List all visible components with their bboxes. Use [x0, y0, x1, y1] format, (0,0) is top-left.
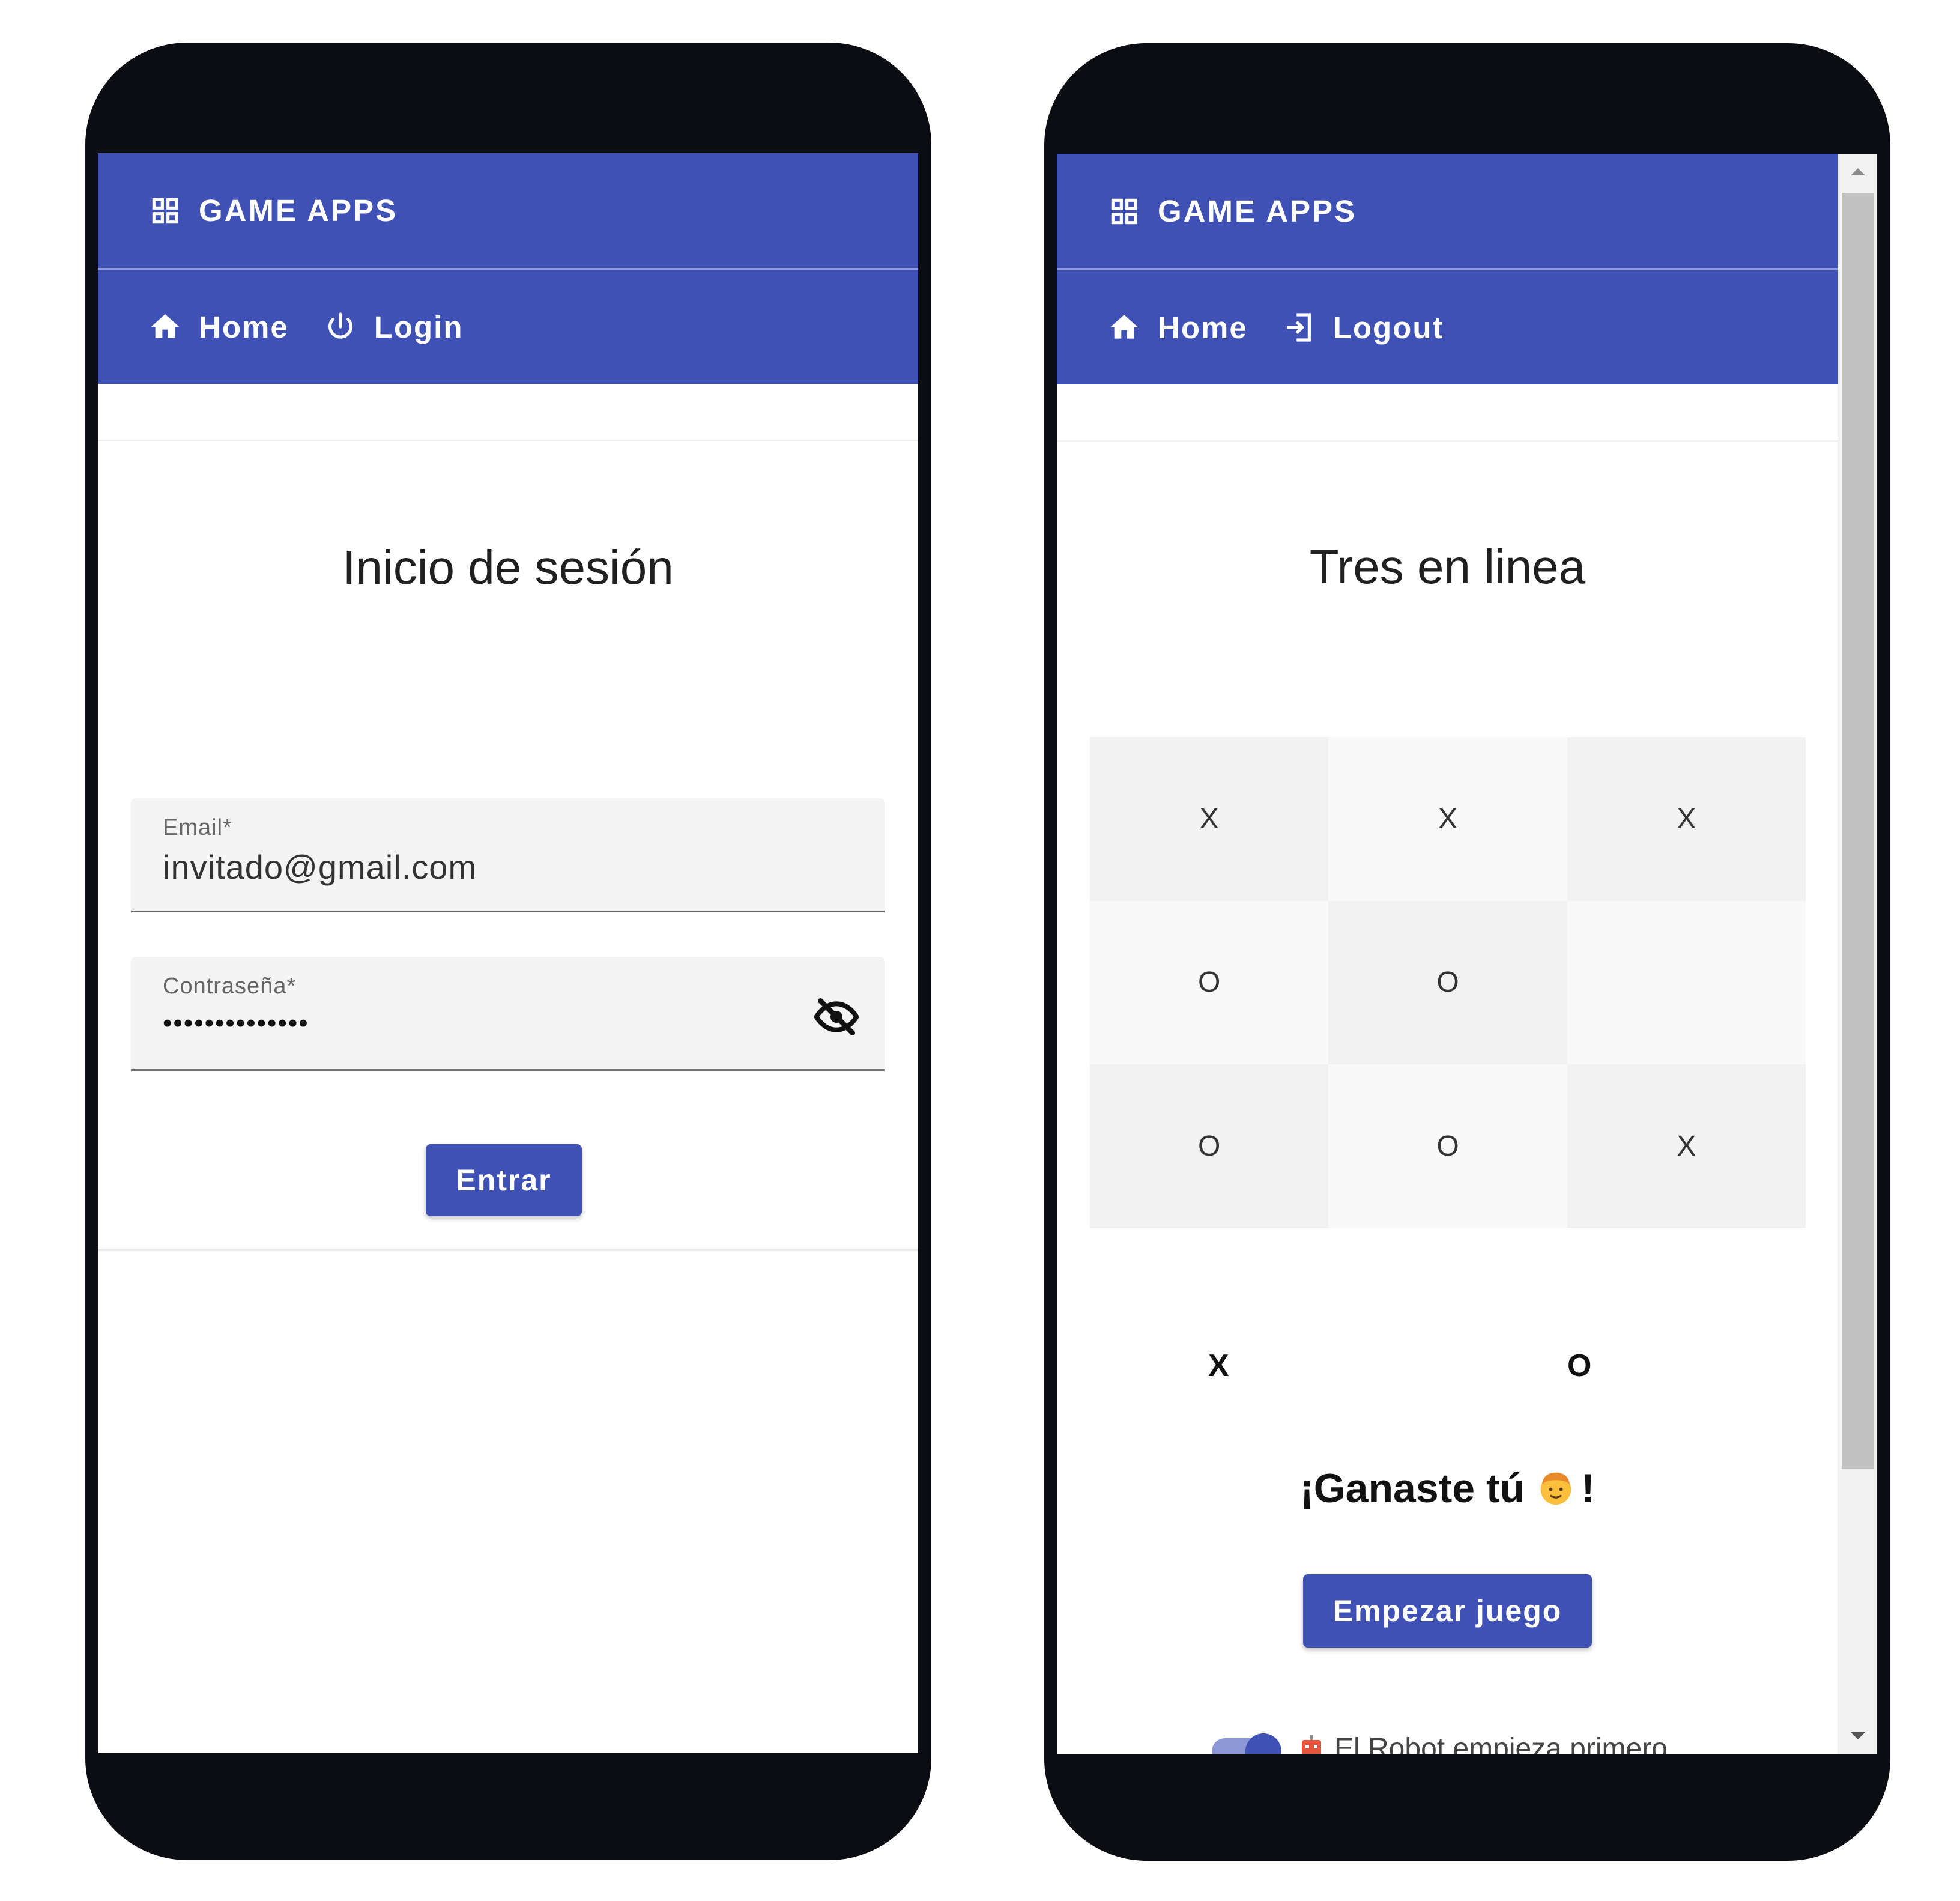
card-top-edge	[98, 440, 918, 441]
scroll-thumb[interactable]	[1842, 193, 1874, 1469]
power-icon	[324, 310, 357, 344]
login-submit-button[interactable]: Entrar	[426, 1144, 582, 1216]
login-card: Inicio de sesión Email* invitado@gmail.c…	[98, 384, 918, 1252]
card-top-edge	[1057, 440, 1838, 442]
robot-first-text: El Robot empieza primero	[1334, 1733, 1668, 1754]
nav-bar: Home Login	[98, 270, 918, 384]
board-cell[interactable]: O	[1090, 1064, 1329, 1228]
board-cell[interactable]: O	[1090, 900, 1329, 1065]
robot-first-label: El Robot empieza primero	[1297, 1732, 1668, 1754]
login-content: GAME APPS Home Login Inicio de sesión Em…	[98, 153, 918, 1753]
board-cell[interactable]	[1567, 900, 1806, 1065]
start-game-button[interactable]: Empezar juego	[1303, 1574, 1592, 1648]
robot-first-toggle[interactable]	[1212, 1733, 1284, 1754]
scroll-down-arrow[interactable]	[1838, 1718, 1877, 1754]
password-label: Contraseña*	[163, 974, 297, 999]
phone-frame-game: GAME APPS Home Logout Tres en linea X X …	[1044, 43, 1890, 1861]
eye-off-icon[interactable]	[812, 993, 861, 1041]
robot-icon	[1297, 1733, 1326, 1754]
scroll-up-arrow[interactable]	[1838, 154, 1877, 190]
password-value: ••••••••••••••	[163, 1008, 309, 1038]
toggle-thumb	[1245, 1733, 1281, 1754]
board-cell[interactable]: X	[1567, 1064, 1806, 1228]
board-cell[interactable]: O	[1328, 1064, 1567, 1228]
phone-frame-login: GAME APPS Home Login Inicio de sesión Em…	[85, 43, 931, 1860]
result-text: ¡Ganaste tú	[1300, 1466, 1525, 1511]
tic-tac-toe-board: X X X O O O O X	[1090, 737, 1806, 1228]
grid-icon	[148, 194, 182, 228]
login-screen: GAME APPS Home Login Inicio de sesión Em…	[98, 153, 918, 1753]
email-label: Email*	[163, 815, 232, 840]
logout-icon	[1283, 311, 1316, 344]
login-title: Inicio de sesión	[342, 541, 674, 594]
home-icon	[148, 310, 182, 344]
nav-bar: Home Logout	[1057, 270, 1838, 384]
player-o-label: O	[1567, 1348, 1592, 1383]
board-cell[interactable]: O	[1328, 900, 1567, 1065]
game-title: Tres en linea	[1309, 540, 1586, 593]
password-field[interactable]: Contraseña* ••••••••••••••	[131, 957, 885, 1071]
board-cell[interactable]: X	[1328, 737, 1567, 901]
nav-login-label: Login	[374, 309, 464, 344]
nav-login[interactable]: Login	[324, 309, 464, 345]
result-suffix: !	[1581, 1466, 1595, 1511]
board-cell[interactable]: X	[1090, 737, 1329, 901]
card-bottom-edge	[98, 1249, 918, 1252]
nav-home-label: Home	[1158, 310, 1248, 345]
email-field[interactable]: Email* invitado@gmail.com	[131, 798, 885, 912]
game-screen: GAME APPS Home Logout Tres en linea X X …	[1057, 154, 1877, 1754]
grid-icon	[1107, 195, 1141, 228]
nav-home[interactable]: Home	[1107, 310, 1248, 345]
nav-home[interactable]: Home	[148, 309, 289, 345]
board-cell[interactable]: X	[1567, 737, 1806, 901]
home-icon	[1107, 311, 1141, 344]
scrollbar[interactable]	[1838, 154, 1877, 1754]
app-title: GAME APPS	[199, 193, 398, 228]
app-bar: GAME APPS	[1057, 154, 1838, 268]
game-content: GAME APPS Home Logout Tres en linea X X …	[1057, 154, 1838, 1754]
game-result: ¡Ganaste tú !	[1057, 1465, 1838, 1512]
player-x-label: X	[1208, 1348, 1229, 1383]
nav-logout-label: Logout	[1332, 310, 1444, 345]
email-value: invitado@gmail.com	[163, 848, 477, 886]
nav-logout[interactable]: Logout	[1283, 310, 1444, 345]
app-title: GAME APPS	[1158, 194, 1357, 228]
nav-home-label: Home	[199, 309, 289, 344]
app-bar: GAME APPS	[98, 153, 918, 268]
child-face-emoji	[1537, 1469, 1575, 1507]
